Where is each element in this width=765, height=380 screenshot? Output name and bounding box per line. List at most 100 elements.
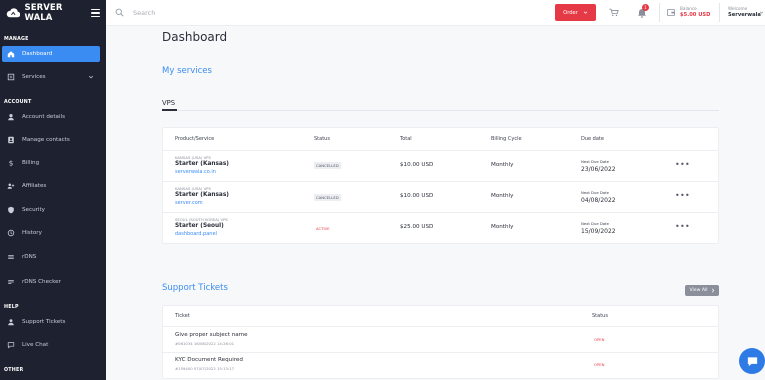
services-icon (7, 73, 15, 81)
services-heading: My services (162, 66, 212, 76)
sidebar-item-history[interactable]: History (2, 225, 100, 241)
section-account: ACCOUNT (4, 100, 32, 105)
history-icon (7, 229, 15, 237)
sidebar: SERVER WALA MANAGE Dashboard Services AC… (0, 0, 106, 380)
service-location: SEOUL (SOUTH KOREA) VPS (175, 217, 228, 222)
ticket-status: OPEN (594, 337, 605, 342)
chevron-down-icon (583, 11, 588, 14)
live-chat-button[interactable] (739, 348, 765, 374)
ticket-meta: #159400 07/07/2022 15:13:17 (175, 366, 235, 371)
brand-name: SERVER WALA (24, 3, 63, 23)
page-title: Dashboard (162, 30, 228, 44)
user-icon (7, 113, 15, 121)
ticket-subject[interactable]: KYC Document Required (175, 357, 243, 363)
sidebar-item-label: Account details (22, 114, 65, 120)
billing-cycle: Monthly (491, 224, 514, 230)
billing-cycle: Monthly (491, 193, 514, 199)
view-all-label: View All (689, 288, 708, 293)
sidebar-item-support-tickets[interactable]: Support Tickets (2, 314, 100, 330)
more-options-icon[interactable]: ••• (675, 192, 690, 200)
status-badge: CANCELLED (314, 162, 341, 169)
more-options-icon[interactable]: ••• (675, 161, 690, 169)
sidebar-item-label: rDNS (22, 254, 37, 260)
sidebar-item-rdns-checker[interactable]: rDNS Checker (2, 274, 100, 290)
cloud-logo-icon (6, 8, 21, 18)
shield-icon (7, 206, 15, 214)
sidebar-item-services[interactable]: Services (2, 69, 100, 85)
section-help: HELP (4, 305, 19, 310)
sidebar-item-security[interactable]: Security (2, 202, 100, 218)
services-table: Product/Service Status Total Billing Cyc… (162, 127, 719, 244)
sidebar-item-label: Dashboard (22, 51, 53, 57)
more-options-icon[interactable]: ••• (675, 223, 690, 231)
home-icon (7, 50, 15, 58)
chat-icon (7, 341, 15, 349)
sidebar-item-account-details[interactable]: Account details (2, 109, 100, 125)
sidebar-item-billing[interactable]: $ Billing (2, 155, 100, 171)
tickets-table: Ticket Status Give proper subject name #… (162, 305, 719, 379)
section-manage: MANAGE (4, 37, 29, 42)
due-date: 23/06/2022 (581, 166, 616, 173)
service-total: $25.00 USD (400, 224, 434, 230)
service-name[interactable]: Starter (Kansas) (175, 161, 229, 167)
due-label: Next Due Date (581, 221, 610, 226)
cart-icon[interactable] (609, 8, 619, 17)
column-header: Due date (581, 136, 604, 142)
sidebar-item-label: Billing (22, 160, 40, 166)
view-all-button[interactable]: View All (685, 285, 719, 296)
username[interactable]: Serverwala (728, 12, 761, 18)
welcome-label: Welcome (728, 6, 748, 11)
row-divider (163, 326, 718, 327)
sidebar-item-label: Manage contacts (22, 137, 70, 143)
tab-vps[interactable]: VPS (162, 99, 175, 107)
due-date: 04/08/2022 (581, 197, 616, 204)
sidebar-item-live-chat[interactable]: Live Chat (2, 337, 100, 353)
sidebar-item-manage-contacts[interactable]: Manage contacts (2, 132, 100, 148)
service-name[interactable]: Starter (Kansas) (175, 192, 229, 198)
brand[interactable]: SERVER WALA (0, 0, 106, 26)
menu-toggle-icon[interactable] (90, 9, 100, 17)
status-badge: CANCELLED (314, 194, 341, 201)
sidebar-item-label: Support Tickets (22, 319, 66, 325)
due-date: 15/09/2022 (581, 228, 616, 235)
column-header: Total (400, 136, 412, 142)
divider (659, 3, 660, 22)
sidebar-item-rdns[interactable]: rDNS (2, 249, 100, 265)
ticket-status: OPEN (594, 362, 605, 367)
row-divider (163, 352, 718, 353)
sidebar-item-label: Services (22, 74, 46, 80)
balance-label: Balance (680, 6, 697, 11)
divider (719, 3, 720, 22)
search-input[interactable] (133, 6, 313, 20)
service-host[interactable]: serverwala.co.in (175, 169, 216, 175)
topbar: Order 1 Balance $5.00 USD Welcome Server… (106, 0, 765, 26)
wallet-icon (667, 9, 675, 16)
search-icon[interactable] (115, 8, 124, 17)
sidebar-item-label: Security (22, 207, 45, 213)
sidebar-item-affiliates[interactable]: Affiliates (2, 178, 100, 194)
service-location: KANSAS (USA) VPS (175, 155, 211, 160)
service-total: $10.00 USD (400, 193, 434, 199)
chevron-down-icon[interactable] (759, 10, 764, 15)
row-divider (163, 181, 718, 182)
chevron-down-icon[interactable] (88, 74, 94, 80)
column-header: Billing Cycle (491, 136, 522, 142)
tab-divider (162, 110, 719, 111)
column-header: Ticket (175, 313, 190, 319)
service-total: $10.00 USD (400, 162, 434, 168)
column-header: Status (314, 136, 330, 142)
due-label: Next Due Date (581, 190, 610, 195)
chevron-right-icon (711, 288, 714, 293)
dns-icon (7, 253, 15, 261)
sidebar-item-dashboard[interactable]: Dashboard (2, 46, 100, 62)
service-host[interactable]: dashboard.panel (175, 231, 217, 237)
order-button[interactable]: Order (555, 4, 596, 21)
ticket-subject[interactable]: Give proper subject name (175, 332, 248, 338)
due-label: Next Due Date (581, 159, 610, 164)
service-host[interactable]: server.com (175, 200, 203, 206)
tickets-heading: Support Tickets (162, 283, 228, 293)
sidebar-item-label: History (22, 230, 42, 236)
section-other: OTHER (4, 368, 24, 373)
column-header: Product/Service (175, 136, 215, 142)
service-name[interactable]: Starter (Seoul) (175, 223, 224, 229)
